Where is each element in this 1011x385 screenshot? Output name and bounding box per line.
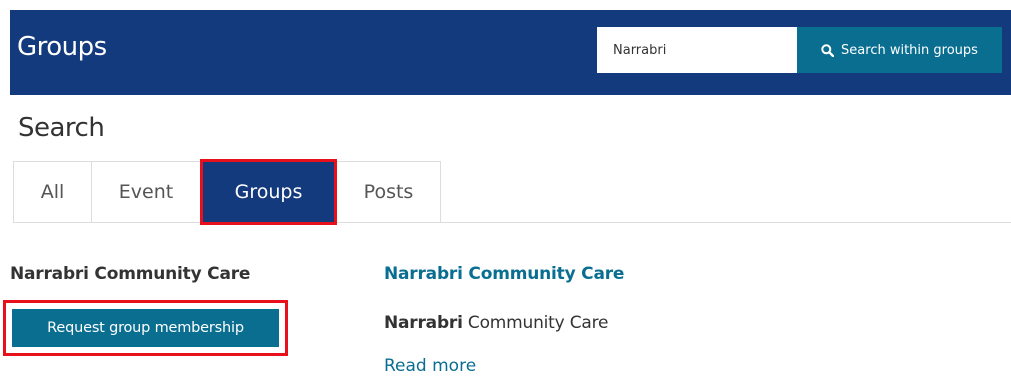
result-description-rest: Community Care — [462, 313, 609, 333]
search-within-groups-button[interactable]: Search within groups — [797, 27, 1002, 73]
tab-label: Groups — [234, 181, 303, 203]
page-title: Search — [18, 113, 105, 143]
tab-posts[interactable]: Posts — [336, 161, 441, 223]
search-input[interactable] — [597, 27, 797, 73]
tab-all[interactable]: All — [13, 161, 92, 223]
top-margin — [0, 0, 1011, 10]
result-title-link[interactable]: Narrabri Community Care — [384, 264, 624, 284]
tab-label: Posts — [363, 181, 414, 203]
result-description-highlight: Narrabri — [384, 313, 463, 333]
group-name: Narrabri Community Care — [10, 264, 251, 284]
header-bar: Groups Search within groups — [10, 10, 1011, 95]
tab-event[interactable]: Event — [91, 161, 201, 223]
result-description: Narrabri Community Care — [384, 313, 608, 333]
tabs-divider — [438, 222, 1011, 223]
request-group-membership-button[interactable]: Request group membership — [12, 309, 279, 347]
tab-label: All — [40, 181, 65, 203]
tab-label: Event — [118, 181, 174, 203]
tab-groups[interactable]: Groups — [200, 159, 337, 225]
search-tabs: All Event Groups Posts — [13, 159, 441, 225]
read-more-link[interactable]: Read more — [384, 356, 476, 376]
header-title: Groups — [17, 32, 107, 62]
search-icon — [821, 43, 835, 57]
search-button-label: Search within groups — [841, 42, 978, 58]
